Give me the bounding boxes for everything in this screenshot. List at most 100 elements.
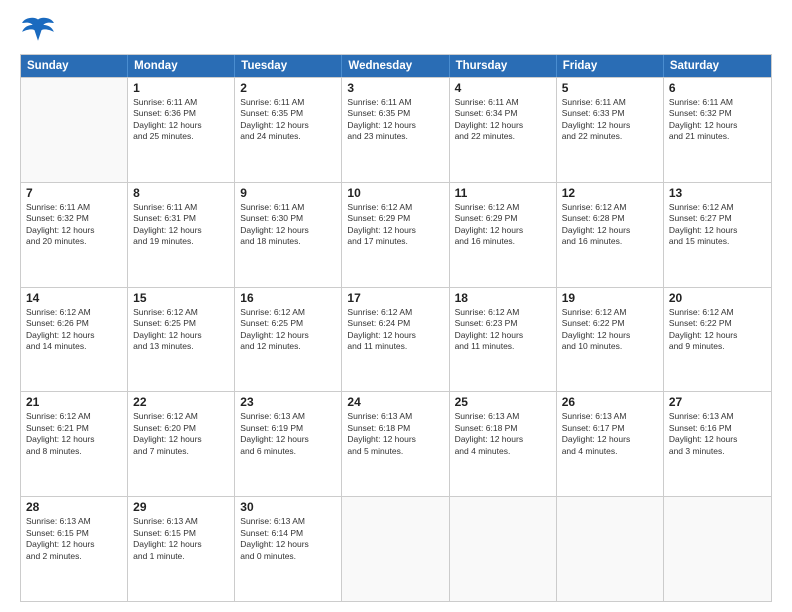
day-number: 27: [669, 395, 766, 409]
cell-info: Sunrise: 6:12 AM Sunset: 6:21 PM Dayligh…: [26, 411, 122, 457]
day-number: 9: [240, 186, 336, 200]
day-number: 17: [347, 291, 443, 305]
calendar-cell: 3 Sunrise: 6:11 AM Sunset: 6:35 PM Daylig…: [342, 78, 449, 182]
logo: [20, 16, 60, 46]
cell-info: Sunrise: 6:12 AM Sunset: 6:29 PM Dayligh…: [455, 202, 551, 248]
calendar-header-cell: Monday: [128, 55, 235, 77]
calendar-cell: 23 Sunrise: 6:13 AM Sunset: 6:19 PM Dayli…: [235, 392, 342, 496]
calendar-cell: 7 Sunrise: 6:11 AM Sunset: 6:32 PM Daylig…: [21, 183, 128, 287]
calendar-header: SundayMondayTuesdayWednesdayThursdayFrid…: [21, 55, 771, 77]
day-number: 25: [455, 395, 551, 409]
cell-info: Sunrise: 6:12 AM Sunset: 6:27 PM Dayligh…: [669, 202, 766, 248]
page: SundayMondayTuesdayWednesdayThursdayFrid…: [0, 0, 792, 612]
day-number: 2: [240, 81, 336, 95]
day-number: 6: [669, 81, 766, 95]
calendar-cell: 15 Sunrise: 6:12 AM Sunset: 6:25 PM Dayli…: [128, 288, 235, 392]
cell-info: Sunrise: 6:13 AM Sunset: 6:17 PM Dayligh…: [562, 411, 658, 457]
cell-info: Sunrise: 6:12 AM Sunset: 6:26 PM Dayligh…: [26, 307, 122, 353]
cell-info: Sunrise: 6:13 AM Sunset: 6:16 PM Dayligh…: [669, 411, 766, 457]
calendar-cell: 24 Sunrise: 6:13 AM Sunset: 6:18 PM Dayli…: [342, 392, 449, 496]
cell-info: Sunrise: 6:11 AM Sunset: 6:35 PM Dayligh…: [240, 97, 336, 143]
calendar-header-cell: Sunday: [21, 55, 128, 77]
calendar-row: 21Sunrise: 6:12 AM Sunset: 6:21 PM Dayli…: [21, 391, 771, 496]
day-number: 18: [455, 291, 551, 305]
calendar-cell: [21, 78, 128, 182]
calendar-cell: 1Sunrise: 6:11 AM Sunset: 6:36 PM Daylig…: [128, 78, 235, 182]
day-number: 30: [240, 500, 336, 514]
calendar-cell: 25 Sunrise: 6:13 AM Sunset: 6:18 PM Dayli…: [450, 392, 557, 496]
day-number: 13: [669, 186, 766, 200]
day-number: 22: [133, 395, 229, 409]
calendar-cell: 5 Sunrise: 6:11 AM Sunset: 6:33 PM Daylig…: [557, 78, 664, 182]
cell-info: Sunrise: 6:12 AM Sunset: 6:25 PM Dayligh…: [240, 307, 336, 353]
day-number: 29: [133, 500, 229, 514]
cell-info: Sunrise: 6:12 AM Sunset: 6:28 PM Dayligh…: [562, 202, 658, 248]
calendar-cell: 26 Sunrise: 6:13 AM Sunset: 6:17 PM Dayli…: [557, 392, 664, 496]
day-number: 26: [562, 395, 658, 409]
calendar-header-cell: Wednesday: [342, 55, 449, 77]
calendar-cell: 14 Sunrise: 6:12 AM Sunset: 6:26 PM Dayli…: [21, 288, 128, 392]
calendar-cell: [342, 497, 449, 601]
day-number: 3: [347, 81, 443, 95]
calendar-cell: 20Sunrise: 6:12 AM Sunset: 6:22 PM Dayli…: [664, 288, 771, 392]
calendar-cell: 29 Sunrise: 6:13 AM Sunset: 6:15 PM Dayli…: [128, 497, 235, 601]
logo-bird-icon: [20, 16, 56, 46]
calendar-cell: 16 Sunrise: 6:12 AM Sunset: 6:25 PM Dayli…: [235, 288, 342, 392]
cell-info: Sunrise: 6:12 AM Sunset: 6:24 PM Dayligh…: [347, 307, 443, 353]
day-number: 5: [562, 81, 658, 95]
cell-info: Sunrise: 6:13 AM Sunset: 6:18 PM Dayligh…: [455, 411, 551, 457]
cell-info: Sunrise: 6:13 AM Sunset: 6:18 PM Dayligh…: [347, 411, 443, 457]
header: [20, 16, 772, 46]
calendar-cell: 30 Sunrise: 6:13 AM Sunset: 6:14 PM Dayli…: [235, 497, 342, 601]
calendar-cell: 21Sunrise: 6:12 AM Sunset: 6:21 PM Dayli…: [21, 392, 128, 496]
calendar-cell: 19Sunrise: 6:12 AM Sunset: 6:22 PM Dayli…: [557, 288, 664, 392]
day-number: 10: [347, 186, 443, 200]
cell-info: Sunrise: 6:13 AM Sunset: 6:19 PM Dayligh…: [240, 411, 336, 457]
calendar: SundayMondayTuesdayWednesdayThursdayFrid…: [20, 54, 772, 602]
cell-info: Sunrise: 6:11 AM Sunset: 6:32 PM Dayligh…: [26, 202, 122, 248]
day-number: 4: [455, 81, 551, 95]
cell-info: Sunrise: 6:12 AM Sunset: 6:22 PM Dayligh…: [562, 307, 658, 353]
calendar-cell: 12Sunrise: 6:12 AM Sunset: 6:28 PM Dayli…: [557, 183, 664, 287]
calendar-row: 7 Sunrise: 6:11 AM Sunset: 6:32 PM Daylig…: [21, 182, 771, 287]
cell-info: Sunrise: 6:11 AM Sunset: 6:36 PM Dayligh…: [133, 97, 229, 143]
day-number: 8: [133, 186, 229, 200]
calendar-cell: 10 Sunrise: 6:12 AM Sunset: 6:29 PM Dayli…: [342, 183, 449, 287]
calendar-body: 1Sunrise: 6:11 AM Sunset: 6:36 PM Daylig…: [21, 77, 771, 601]
calendar-cell: 17 Sunrise: 6:12 AM Sunset: 6:24 PM Dayli…: [342, 288, 449, 392]
cell-info: Sunrise: 6:11 AM Sunset: 6:33 PM Dayligh…: [562, 97, 658, 143]
calendar-cell: 8 Sunrise: 6:11 AM Sunset: 6:31 PM Daylig…: [128, 183, 235, 287]
calendar-header-cell: Saturday: [664, 55, 771, 77]
calendar-cell: [450, 497, 557, 601]
day-number: 11: [455, 186, 551, 200]
calendar-cell: 13 Sunrise: 6:12 AM Sunset: 6:27 PM Dayli…: [664, 183, 771, 287]
calendar-cell: 6Sunrise: 6:11 AM Sunset: 6:32 PM Daylig…: [664, 78, 771, 182]
cell-info: Sunrise: 6:12 AM Sunset: 6:20 PM Dayligh…: [133, 411, 229, 457]
cell-info: Sunrise: 6:11 AM Sunset: 6:35 PM Dayligh…: [347, 97, 443, 143]
cell-info: Sunrise: 6:12 AM Sunset: 6:25 PM Dayligh…: [133, 307, 229, 353]
cell-info: Sunrise: 6:13 AM Sunset: 6:15 PM Dayligh…: [133, 516, 229, 562]
calendar-cell: 4 Sunrise: 6:11 AM Sunset: 6:34 PM Daylig…: [450, 78, 557, 182]
cell-info: Sunrise: 6:13 AM Sunset: 6:15 PM Dayligh…: [26, 516, 122, 562]
cell-info: Sunrise: 6:12 AM Sunset: 6:22 PM Dayligh…: [669, 307, 766, 353]
cell-info: Sunrise: 6:13 AM Sunset: 6:14 PM Dayligh…: [240, 516, 336, 562]
calendar-header-cell: Thursday: [450, 55, 557, 77]
day-number: 28: [26, 500, 122, 514]
day-number: 16: [240, 291, 336, 305]
day-number: 14: [26, 291, 122, 305]
calendar-cell: [664, 497, 771, 601]
calendar-cell: 28 Sunrise: 6:13 AM Sunset: 6:15 PM Dayli…: [21, 497, 128, 601]
calendar-cell: 11 Sunrise: 6:12 AM Sunset: 6:29 PM Dayli…: [450, 183, 557, 287]
calendar-header-cell: Tuesday: [235, 55, 342, 77]
day-number: 7: [26, 186, 122, 200]
day-number: 24: [347, 395, 443, 409]
cell-info: Sunrise: 6:11 AM Sunset: 6:34 PM Dayligh…: [455, 97, 551, 143]
calendar-row: 1Sunrise: 6:11 AM Sunset: 6:36 PM Daylig…: [21, 77, 771, 182]
calendar-cell: 9Sunrise: 6:11 AM Sunset: 6:30 PM Daylig…: [235, 183, 342, 287]
calendar-row: 14 Sunrise: 6:12 AM Sunset: 6:26 PM Dayli…: [21, 287, 771, 392]
calendar-row: 28 Sunrise: 6:13 AM Sunset: 6:15 PM Dayli…: [21, 496, 771, 601]
day-number: 23: [240, 395, 336, 409]
cell-info: Sunrise: 6:12 AM Sunset: 6:29 PM Dayligh…: [347, 202, 443, 248]
day-number: 15: [133, 291, 229, 305]
cell-info: Sunrise: 6:11 AM Sunset: 6:31 PM Dayligh…: [133, 202, 229, 248]
